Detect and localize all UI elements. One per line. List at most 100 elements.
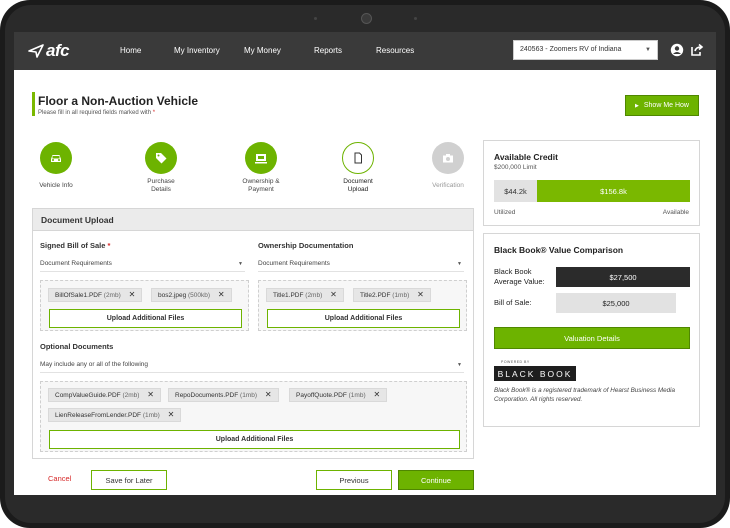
remove-file-icon[interactable]: ✕ <box>330 290 337 299</box>
nav-my-money[interactable]: My Money <box>244 46 281 55</box>
nav-resources[interactable]: Resources <box>376 46 414 55</box>
step-label: Purchase Details <box>147 178 175 193</box>
afc-logo[interactable]: afc <box>28 41 70 61</box>
dropdown-label: Document Requirements <box>258 260 330 267</box>
dealer-select[interactable]: 240563 - Zoomers RV of Indiana ▼ <box>513 40 658 60</box>
file-chip: CompValueGuide.PDF (2mb) ✕ <box>48 388 161 402</box>
file-chip: LienReleaseFromLender.PDF (1mb) ✕ <box>48 408 182 422</box>
file-chip: BillOfSale1.PDF (2mb) ✕ <box>48 288 143 302</box>
file-size: (2mb) <box>305 292 323 299</box>
file-size: (500kb) <box>188 292 211 299</box>
trademark-note: Black Book® is a registered trademark of… <box>494 387 676 403</box>
available-label: Available <box>662 209 689 216</box>
chevron-down-icon: ▼ <box>457 362 462 368</box>
file-name: Title1.PDF <box>273 292 304 299</box>
step-document-upload[interactable]: Document Upload <box>323 142 393 194</box>
file-size: (1mb) <box>240 392 258 399</box>
bill-of-sale-file-area[interactable]: BillOfSale1.PDF (2mb) ✕ bos2.jpeg (500kb… <box>40 280 249 331</box>
remove-file-icon[interactable]: ✕ <box>373 390 380 399</box>
title-accent-bar <box>32 92 35 116</box>
file-chip: bos2.jpeg (500kb) ✕ <box>151 288 232 302</box>
camera-icon <box>443 154 453 163</box>
optional-file-area[interactable]: CompValueGuide.PDF (2mb) ✕ RepoDocuments… <box>40 381 467 452</box>
required-note: Please fill in all required fields marke… <box>38 110 152 116</box>
credit-utilized-segment: $44.2k <box>494 180 537 202</box>
dealer-select-value: 240563 - Zoomers RV of Indiana <box>520 46 622 53</box>
bill-of-sale-label-text: Signed Bill of Sale <box>40 241 106 250</box>
remove-file-icon[interactable]: ✕ <box>168 410 175 419</box>
credit-usage-bar: $44.2k $156.8k <box>494 180 690 202</box>
nav-home[interactable]: Home <box>120 46 141 55</box>
dropdown-label: Document Requirements <box>40 260 112 267</box>
bill-of-sale-requirements-dropdown[interactable]: Document Requirements ▼ <box>40 258 245 272</box>
file-name: LienReleaseFromLender.PDF <box>55 412 141 419</box>
save-for-later-button[interactable]: Save for Later <box>91 470 167 490</box>
step-label: Document Upload <box>343 178 373 193</box>
valuation-details-button[interactable]: Valuation Details <box>494 327 690 349</box>
cancel-link[interactable]: Cancel <box>48 474 71 483</box>
powered-by-text: POWERED BY <box>501 360 530 364</box>
optional-documents-label: Optional Documents <box>40 342 114 351</box>
step-ownership-payment[interactable]: Ownership & Payment <box>226 142 296 194</box>
logo-text: afc <box>46 41 70 60</box>
black-book-average-value: $27,500 <box>556 267 690 287</box>
sensor-dot <box>414 17 417 20</box>
tablet-frame: afc Home My Inventory My Money Reports R… <box>0 0 730 528</box>
ownership-label: Ownership Documentation <box>258 241 354 250</box>
upload-additional-files-button[interactable]: Upload Additional Files <box>49 430 460 449</box>
file-chip: RepoDocuments.PDF (1mb) ✕ <box>168 388 279 402</box>
ownership-requirements-dropdown[interactable]: Document Requirements ▼ <box>258 258 464 272</box>
remove-file-icon[interactable]: ✕ <box>147 390 154 399</box>
show-me-how-label: Show Me How <box>643 102 689 109</box>
ownership-file-area[interactable]: Title1.PDF (2mb) ✕ Title2.PDF (1mb) ✕ Up… <box>258 280 467 331</box>
nav-reports[interactable]: Reports <box>314 46 342 55</box>
black-book-logo: BLACK BOOK <box>494 366 576 381</box>
file-size: (2mb) <box>122 392 140 399</box>
file-name: PayoffQuote.PDF <box>296 392 347 399</box>
file-chip: PayoffQuote.PDF (1mb) ✕ <box>289 388 388 402</box>
bill-of-sale-value-label: Bill of Sale: <box>494 298 532 307</box>
sensor-dot <box>314 17 317 20</box>
file-name: RepoDocuments.PDF <box>175 392 239 399</box>
step-circle <box>40 142 72 174</box>
user-account-icon[interactable] <box>670 43 684 57</box>
black-book-average-label: Black Book Average Value: <box>494 267 545 286</box>
page-title: Floor a Non-Auction Vehicle <box>38 94 199 108</box>
show-me-how-button[interactable]: ▶ Show Me How <box>625 95 699 116</box>
remove-file-icon[interactable]: ✕ <box>129 290 136 299</box>
upload-additional-files-button[interactable]: Upload Additional Files <box>267 309 460 328</box>
step-vehicle-info[interactable]: Vehicle Info <box>21 142 91 190</box>
credit-limit: $200,000 Limit <box>494 164 537 171</box>
continue-button[interactable]: Continue <box>398 470 474 490</box>
file-name: bos2.jpeg <box>158 292 187 299</box>
optional-requirements-dropdown[interactable]: May include any or all of the following … <box>40 359 464 373</box>
chevron-down-icon: ▼ <box>238 261 243 267</box>
step-circle <box>145 142 177 174</box>
credit-available-segment: $156.8k <box>600 186 627 196</box>
bill-of-sale-label: Signed Bill of Sale * <box>40 241 110 250</box>
remove-file-icon[interactable]: ✕ <box>265 390 272 399</box>
car-icon <box>51 155 61 162</box>
required-asterisk: * <box>152 110 156 116</box>
chevron-down-icon: ▼ <box>645 47 651 53</box>
nav-my-inventory[interactable]: My Inventory <box>174 46 220 55</box>
upload-additional-files-button[interactable]: Upload Additional Files <box>49 309 242 328</box>
utilized-label: Utilized <box>494 209 516 216</box>
step-circle <box>432 142 464 174</box>
remove-file-icon[interactable]: ✕ <box>417 290 424 299</box>
file-size: (1mb) <box>142 412 160 419</box>
previous-button[interactable]: Previous <box>316 470 392 490</box>
step-label: Vehicle Info <box>39 182 73 189</box>
step-purchase-details[interactable]: Purchase Details <box>126 142 196 194</box>
remove-file-icon[interactable]: ✕ <box>218 290 225 299</box>
bill-of-sale-value: $25,000 <box>556 293 676 313</box>
document-upload-panel: Document Upload Signed Bill of Sale * Do… <box>32 208 474 459</box>
step-circle <box>245 142 277 174</box>
panel-heading: Document Upload <box>33 209 473 231</box>
credit-title: Available Credit <box>494 152 558 162</box>
top-navigation: afc Home My Inventory My Money Reports R… <box>14 32 716 70</box>
step-label: Verification <box>432 182 464 189</box>
file-chip: Title2.PDF (1mb) ✕ <box>353 288 431 302</box>
logout-icon[interactable] <box>690 43 704 57</box>
required-asterisk: * <box>107 241 111 250</box>
